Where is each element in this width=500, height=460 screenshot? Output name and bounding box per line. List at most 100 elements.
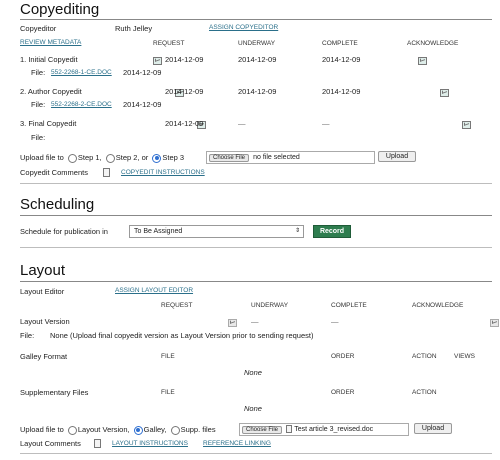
author-copyedit-label: 2. Author Copyedit (20, 87, 82, 96)
layout-file-label: File: (20, 331, 35, 340)
step2-label: Step 2, or (115, 153, 149, 162)
supp-files-option: Supp. files (180, 425, 216, 434)
email-request-icon (227, 319, 237, 328)
layout-file-input[interactable]: Choose File Test article 3_revised.doc (239, 423, 409, 436)
layout-version-radio[interactable] (67, 425, 77, 435)
galley-col-order: ORDER (331, 353, 355, 360)
step2-radio[interactable] (105, 153, 115, 163)
col-acknowledge: ACKNOWLEDGE (407, 40, 459, 47)
assign-copyeditor-link[interactable]: ASSIGN COPYEDITOR (209, 24, 278, 31)
copyeditor-name: Ruth Jelley (115, 24, 153, 33)
final-complete-value: — (322, 119, 330, 128)
upload-label: Upload file to (20, 425, 64, 434)
col-acknowledge: ACKNOWLEDGE (412, 302, 464, 309)
schedule-label: Schedule for publication in (20, 227, 108, 236)
initial-underway-date: 2014-12-09 (238, 55, 277, 64)
layout-editor-label: Layout Editor (20, 287, 65, 296)
col-underway: UNDERWAY (238, 40, 276, 47)
col-complete: COMPLETE (331, 302, 367, 309)
upload-row: Upload file to Step 1, Step 2, or Step 3 (20, 153, 184, 163)
author-request-date: 2014-12-09 (165, 87, 204, 96)
copyedit-upload-button[interactable]: Upload (378, 151, 416, 162)
galley-empty: None (244, 368, 262, 377)
author-file-link[interactable]: 552-2268-2-CE.DOC (51, 101, 112, 108)
copyedit-instructions-link[interactable]: COPYEDIT INSTRUCTIONS (121, 169, 205, 176)
supp-col-order: ORDER (331, 389, 355, 396)
initial-complete-date: 2014-12-09 (322, 55, 361, 64)
step3-radio[interactable] (152, 153, 162, 163)
supplementary-files-label: Supplementary Files (20, 388, 89, 397)
choose-file-button[interactable]: Choose File (242, 426, 283, 434)
galley-col-views: VIEWS (454, 353, 475, 360)
final-request-date: 2014-12-09 (165, 119, 204, 128)
comments-icon[interactable] (94, 439, 101, 448)
issue-select-value: To Be Assigned (134, 228, 183, 235)
layout-upload-button[interactable]: Upload (414, 423, 452, 434)
final-copyedit-label: 3. Final Copyedit (20, 119, 77, 128)
document-icon (286, 425, 293, 434)
copyedit-file-input[interactable]: Choose File no file selected (206, 151, 375, 164)
scheduling-divider (20, 215, 492, 216)
col-request: REQUEST (161, 302, 193, 309)
supp-files-radio[interactable] (170, 425, 180, 435)
layout-version-label: Layout Version (20, 317, 70, 326)
col-underway: UNDERWAY (251, 302, 289, 309)
supp-col-file: FILE (161, 389, 175, 396)
layout-underway-value: — (251, 317, 259, 326)
copyeditor-label: Copyeditor (20, 24, 57, 33)
section-divider (20, 453, 492, 454)
record-button[interactable]: Record (313, 225, 351, 238)
email-request-icon[interactable] (153, 57, 162, 66)
final-underway-value: — (238, 119, 246, 128)
step1-radio[interactable] (67, 153, 77, 163)
file-label: File: (31, 68, 46, 77)
email-acknowledge-icon[interactable] (440, 89, 450, 98)
author-underway-date: 2014-12-09 (238, 87, 277, 96)
layout-complete-value: — (331, 317, 339, 326)
step3-label: Step 3 (162, 153, 185, 162)
layout-instructions-link[interactable]: LAYOUT INSTRUCTIONS (112, 440, 188, 447)
initial-file-date: 2014-12-09 (123, 68, 162, 77)
layout-file-note: None (Upload final copyedit version as L… (50, 331, 314, 340)
supp-empty: None (244, 404, 262, 413)
section-divider (20, 183, 492, 184)
review-metadata-link[interactable]: REVIEW METADATA (20, 39, 81, 46)
author-file-date: 2014-12-09 (123, 100, 162, 109)
email-acknowledge-icon (489, 319, 499, 328)
layout-divider (20, 281, 492, 282)
col-complete: COMPLETE (322, 40, 358, 47)
upload-label: Upload file to (20, 153, 64, 162)
initial-file-link[interactable]: 552-2268-1-CE.DOC (51, 69, 112, 76)
selected-file-name: Test article 3_revised.doc (294, 426, 374, 433)
copyedit-comments-label: Copyedit Comments (20, 168, 88, 177)
reference-linking-link[interactable]: REFERENCE LINKING (203, 440, 271, 447)
layout-version-option: Layout Version, (77, 425, 130, 434)
email-acknowledge-icon[interactable] (462, 121, 472, 130)
galley-format-label: Galley Format (20, 352, 68, 361)
galley-radio[interactable] (133, 425, 143, 435)
choose-file-button[interactable]: Choose File (209, 154, 250, 162)
copyediting-title: Copyediting (20, 1, 100, 18)
step1-label: Step 1, (77, 153, 102, 162)
layout-comments-label: Layout Comments (20, 439, 81, 448)
section-divider (20, 247, 492, 248)
issue-select[interactable]: To Be Assigned ⇕ (129, 225, 304, 238)
email-acknowledge-icon[interactable] (418, 57, 428, 66)
galley-col-file: FILE (161, 353, 175, 360)
initial-request-date: 2014-12-09 (165, 55, 204, 64)
col-request: REQUEST (153, 40, 185, 47)
comments-icon[interactable] (103, 168, 110, 177)
copyediting-divider (20, 19, 492, 20)
file-status: no file selected (253, 154, 300, 161)
file-label: File: (31, 100, 46, 109)
assign-layout-editor-link[interactable]: ASSIGN LAYOUT EDITOR (115, 287, 193, 294)
file-label: File: (31, 133, 46, 142)
galley-option: Galley, (143, 425, 167, 434)
layout-upload-row: Upload file to Layout Version, Galley, S… (20, 425, 216, 435)
initial-copyedit-label: 1. Initial Copyedit (20, 55, 78, 64)
select-arrows-icon: ⇕ (294, 228, 300, 234)
galley-col-action: ACTION (412, 353, 437, 360)
supp-col-action: ACTION (412, 389, 437, 396)
scheduling-title: Scheduling (20, 196, 95, 213)
author-complete-date: 2014-12-09 (322, 87, 361, 96)
